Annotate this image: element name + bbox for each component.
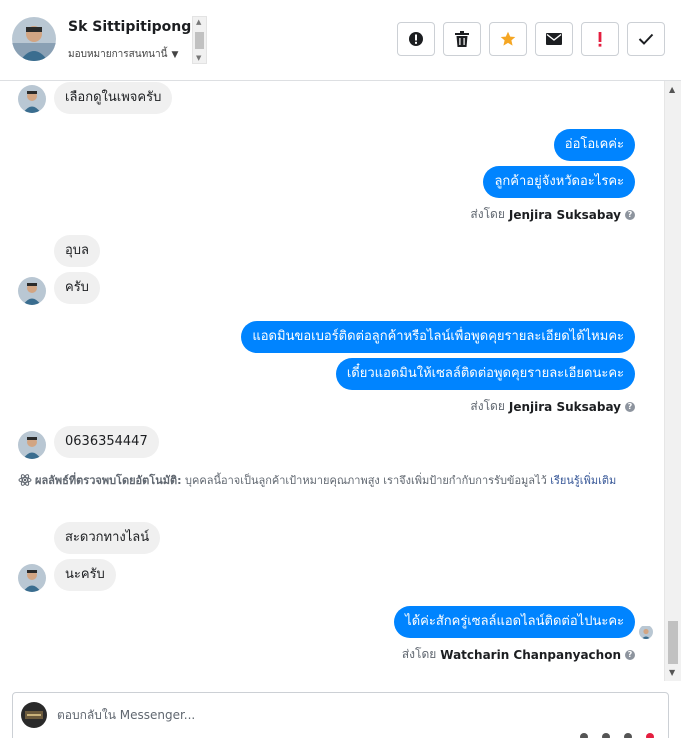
- delete-button[interactable]: [443, 22, 481, 56]
- sent-by-prefix: ส่งโดย: [470, 399, 505, 413]
- scroll-up-icon[interactable]: ▲: [196, 18, 201, 26]
- page-avatar: [21, 702, 47, 728]
- assign-conversation-dropdown[interactable]: มอบหมายการสนทนานี้ ▼: [68, 47, 178, 62]
- outgoing-message[interactable]: อ่อโอเคค่ะ: [553, 129, 635, 161]
- star-button[interactable]: [489, 22, 527, 56]
- outgoing-message[interactable]: เดี๋ยวแอดมินให้เซลล์ติดต่อพูดคุยรายละเอี…: [335, 358, 635, 390]
- tool-icon[interactable]: [646, 733, 654, 738]
- conversation-actions: [397, 22, 665, 56]
- help-icon[interactable]: ?: [625, 649, 635, 660]
- sent-by-prefix: ส่งโดย: [470, 207, 505, 221]
- contact-avatar-small: [18, 564, 46, 592]
- mark-unread-button[interactable]: [535, 22, 573, 56]
- trash-icon: [455, 31, 469, 47]
- incoming-message[interactable]: อุบล: [54, 235, 101, 267]
- incoming-message[interactable]: นะครับ: [54, 559, 116, 591]
- incoming-message[interactable]: ครับ: [54, 272, 100, 304]
- help-icon[interactable]: ?: [625, 401, 635, 412]
- sent-by-line: ส่งโดย Jenjira Suksabay ?: [470, 205, 635, 224]
- contact-avatar-small: [18, 431, 46, 459]
- alert-circle-icon: [409, 32, 423, 46]
- contact-avatar-small: [18, 85, 46, 113]
- incoming-message[interactable]: สะดวกทางไลน์: [54, 522, 161, 554]
- assign-label: มอบหมายการสนทนานี้: [68, 49, 168, 60]
- tool-icon[interactable]: [602, 733, 610, 738]
- contact-avatar[interactable]: [12, 17, 56, 61]
- sender-name[interactable]: Jenjira Suksabay: [509, 400, 621, 414]
- reply-input[interactable]: [57, 703, 617, 727]
- outgoing-message[interactable]: ลูกค้าอยู่จังหวัดอะไรคะ: [483, 166, 635, 198]
- sender-name[interactable]: Jenjira Suksabay: [509, 208, 621, 222]
- contact-name[interactable]: Sk Sittipitipong: [68, 19, 191, 35]
- help-icon[interactable]: ?: [625, 209, 635, 220]
- header-scrollbar[interactable]: ▲ ▼: [192, 16, 207, 64]
- sent-by-prefix: ส่งโดย: [401, 647, 437, 661]
- tool-icon[interactable]: [580, 733, 588, 738]
- exclamation-icon: [598, 31, 602, 47]
- caret-down-icon: ▼: [171, 49, 179, 60]
- star-icon: [500, 31, 516, 46]
- sent-by-line: ส่งโดย Jenjira Suksabay ?: [470, 397, 635, 416]
- auto-detected-note: ผลลัพธ์ที่ตรวจพบโดยอัตโนมัติ: บุคคลนี้อา…: [18, 472, 648, 489]
- incoming-message[interactable]: เลือกดูในเพจครับ: [54, 82, 173, 114]
- outgoing-message[interactable]: ได้ค่ะสักครู่เซลล์แอดไลน์ติดต่อไปนะคะ: [394, 606, 635, 638]
- scroll-up-icon[interactable]: ▲: [669, 85, 675, 94]
- conversation-header: Sk Sittipitipong มอบหมายการสนทนานี้ ▼ ▲ …: [0, 0, 681, 81]
- mark-done-button[interactable]: [627, 22, 665, 56]
- contact-avatar-small: [18, 277, 46, 305]
- scroll-thumb[interactable]: [195, 32, 204, 49]
- check-icon: [638, 33, 654, 45]
- flag-important-button[interactable]: [581, 22, 619, 56]
- sent-by-line: ส่งโดย Watcharin Chanpanyachon ?: [402, 645, 635, 664]
- tool-icon[interactable]: [624, 733, 632, 738]
- sender-name[interactable]: Watcharin Chanpanyachon: [440, 648, 621, 662]
- learn-more-link[interactable]: เรียนรู้เพิ่มเติม: [550, 474, 616, 487]
- incoming-message[interactable]: 0636354447: [54, 426, 159, 458]
- read-receipt-avatar: [639, 625, 653, 639]
- mark-spam-button[interactable]: [397, 22, 435, 56]
- auto-note-text: บุคคลนี้อาจเป็นลูกค้าเป้าหมายคุณภาพสูง เ…: [185, 474, 547, 487]
- outgoing-message[interactable]: แอดมินขอเบอร์ติดต่อลูกค้าหรือไลน์เพื่อพู…: [241, 321, 635, 353]
- message-thread[interactable]: เลือกดูในเพจครับ อ่อโอเคค่ะ ลูกค้าอยู่จั…: [0, 81, 664, 681]
- composer-tools: [580, 733, 654, 738]
- auto-note-label: ผลลัพธ์ที่ตรวจพบโดยอัตโนมัติ:: [35, 474, 182, 487]
- scroll-thumb[interactable]: [668, 621, 678, 664]
- envelope-icon: [546, 33, 562, 45]
- scroll-down-icon[interactable]: ▼: [196, 54, 201, 62]
- reply-composer: [12, 692, 669, 738]
- atom-icon: [18, 474, 32, 486]
- thread-scrollbar[interactable]: ▲ ▼: [664, 81, 681, 681]
- scroll-down-icon[interactable]: ▼: [669, 668, 675, 677]
